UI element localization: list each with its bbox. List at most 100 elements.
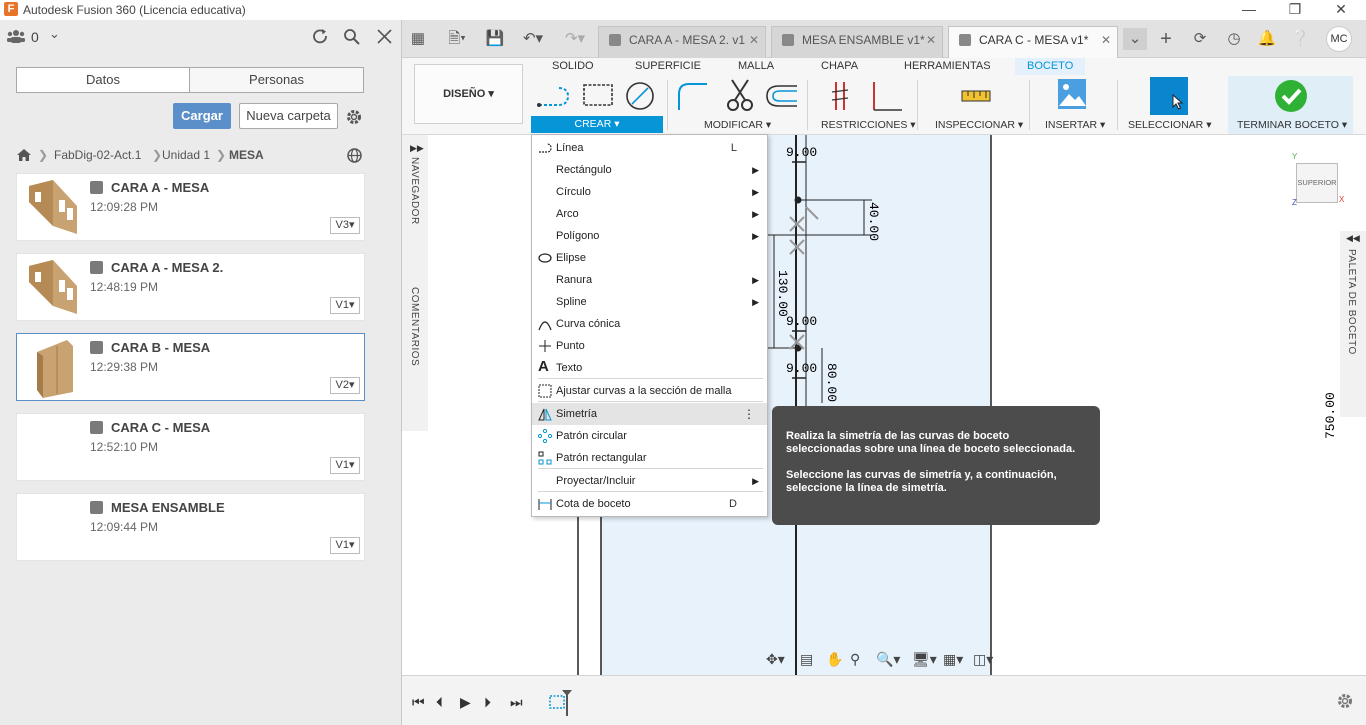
menu-item-punto[interactable]: Punto [532, 335, 767, 357]
trim-tool-icon[interactable] [724, 78, 756, 114]
file-card-mesa-ensamble[interactable]: MESA ENSAMBLE 12:09:44 PM V1▾ [16, 493, 365, 561]
breadcrumb-project[interactable]: FabDig-02-Act.1 [54, 148, 141, 162]
line-tool-icon[interactable] [536, 82, 572, 112]
menu-item-arco[interactable]: Arco ▶ [532, 203, 767, 225]
offset-tool-icon[interactable] [763, 82, 799, 110]
tab-personas[interactable]: Personas [189, 67, 364, 93]
group-crear-button[interactable]: CREAR ▾ [531, 116, 663, 133]
dimension-label[interactable]: 80.00 [824, 363, 839, 402]
save-icon[interactable]: 💾 [483, 28, 507, 50]
dimension-label[interactable]: 130.00 [775, 270, 790, 317]
tab-cara-a-mesa-2[interactable]: CARA A - MESA 2. v1 ✕ [598, 26, 766, 58]
rectangle-tool-icon[interactable] [581, 82, 615, 110]
close-tab-icon[interactable]: ✕ [749, 27, 759, 53]
user-avatar[interactable]: MC [1326, 26, 1352, 52]
file-card-cara-b-mesa[interactable]: CARA B - MESA 12:29:38 PM V2▾ [16, 333, 365, 401]
menu-item-proyectar-incluir[interactable]: Proyectar/Incluir ▶ [532, 470, 767, 492]
sketch-palette-panel[interactable]: ◀◀ PALETA DE BOCETO [1340, 231, 1366, 417]
look-at-icon[interactable]: ▤ [800, 651, 813, 668]
group-insertar-button[interactable]: INSERTAR ▾ [1045, 119, 1105, 131]
dimension-label[interactable]: 9.00 [786, 361, 817, 376]
help-icon[interactable]: ❔ [1288, 28, 1312, 50]
display-settings-icon[interactable]: 🖥▾ [912, 651, 937, 668]
timeline-settings-icon[interactable] [1336, 692, 1354, 710]
go-to-end-icon[interactable]: ⏭ [510, 694, 523, 711]
fillet-tool-icon[interactable] [675, 80, 709, 112]
version-dropdown[interactable]: V1▾ [330, 457, 360, 474]
ribbon-tab-solido[interactable]: SOLIDO [552, 58, 594, 75]
menu-item-patron-circular[interactable]: Patrón circular [532, 425, 767, 447]
expand-icon[interactable]: ▶▶ [410, 143, 424, 154]
expand-icon[interactable]: ◀◀ [1346, 233, 1360, 244]
group-inspeccionar-button[interactable]: INSPECCIONAR ▾ [935, 119, 1023, 131]
menu-item-poligono[interactable]: Polígono ▶ [532, 225, 767, 247]
gear-icon[interactable] [345, 108, 363, 126]
version-dropdown[interactable]: V3▾ [330, 217, 360, 234]
ribbon-tab-superficie[interactable]: SUPERFICIE [635, 58, 701, 75]
menu-item-texto[interactable]: A Texto [532, 357, 767, 379]
dimension-label[interactable]: 9.00 [786, 145, 817, 160]
new-tab-icon[interactable]: + [1154, 28, 1178, 50]
viewcube[interactable]: SUPERIOR [1296, 163, 1338, 203]
play-icon[interactable]: ▶ [460, 694, 471, 711]
menu-item-ajustar-curvas[interactable]: Ajustar curvas a la sección de malla [532, 380, 767, 402]
menu-item-elipse[interactable]: Elipse [532, 247, 767, 269]
group-seleccionar-button[interactable]: SELECCIONAR ▾ [1128, 119, 1211, 131]
menu-item-cota-de-boceto[interactable]: Cota de boceto D [532, 493, 767, 515]
version-dropdown[interactable]: V2▾ [330, 377, 360, 394]
group-modificar-button[interactable]: MODIFICAR ▾ [704, 119, 771, 131]
constraint-parallel-icon[interactable] [830, 80, 854, 112]
group-restricciones-button[interactable]: RESTRICCIONES ▾ [821, 119, 916, 131]
job-status-icon[interactable]: ◷ [1222, 28, 1246, 50]
comments-label[interactable]: COMENTARIOS [409, 287, 420, 366]
ribbon-tab-chapa[interactable]: CHAPA [821, 58, 858, 75]
ribbon-tab-herramientas[interactable]: HERRAMIENTAS [904, 58, 991, 75]
tab-datos[interactable]: Datos [16, 67, 190, 93]
orbit-icon[interactable]: ✥▾ [766, 651, 785, 668]
grid-apps-icon[interactable]: ▦ [406, 28, 430, 50]
version-dropdown[interactable]: V1▾ [330, 537, 360, 554]
close-panel-icon[interactable] [377, 29, 392, 44]
team-icon[interactable] [7, 29, 25, 43]
menu-item-rectangulo[interactable]: Rectángulo ▶ [532, 159, 767, 181]
measure-icon[interactable] [960, 86, 992, 106]
dimension-label[interactable]: 40.00 [866, 202, 881, 241]
globe-icon[interactable] [346, 147, 363, 164]
close-tab-icon[interactable]: ✕ [1101, 27, 1111, 53]
menu-item-linea[interactable]: Línea L [532, 137, 767, 159]
restore-button[interactable]: ❐ [1272, 0, 1318, 20]
new-folder-button[interactable]: Nueva carpeta [239, 103, 338, 129]
file-card-cara-c-mesa[interactable]: CARA C - MESA 12:52:10 PM V1▾ [16, 413, 365, 481]
upload-button[interactable]: Cargar [173, 103, 231, 129]
fit-icon[interactable]: 🔍▾ [876, 651, 900, 668]
extensions-icon[interactable]: ⟳ [1188, 28, 1212, 50]
file-card-cara-a-mesa[interactable]: CARA A - MESA 12:09:28 PM V3▾ [16, 173, 365, 241]
viewports-icon[interactable]: ◫▾ [973, 651, 993, 668]
menu-item-spline[interactable]: Spline ▶ [532, 291, 767, 313]
group-terminar-boceto-button[interactable]: TERMINAR BOCETO ▾ [1237, 119, 1347, 131]
breadcrumb-folder[interactable]: Unidad 1 [162, 148, 210, 162]
timeline-sketch-feature-icon[interactable] [548, 688, 572, 716]
zoom-icon[interactable]: ⚲ [850, 651, 860, 668]
menu-item-curva-conica[interactable]: Curva cónica [532, 313, 767, 335]
tab-cara-c-mesa[interactable]: CARA C - MESA v1* ✕ [948, 26, 1118, 58]
minimize-button[interactable]: — [1226, 0, 1272, 20]
file-card-cara-a-mesa-2[interactable]: CARA A - MESA 2. 12:48:19 PM V1▾ [16, 253, 365, 321]
circle-tool-icon[interactable] [624, 80, 656, 112]
redo-icon[interactable]: ↷▾ [558, 28, 592, 50]
close-tab-icon[interactable]: ✕ [926, 27, 936, 53]
finish-sketch-icon[interactable] [1274, 79, 1308, 113]
go-to-start-icon[interactable]: ⏮ [412, 694, 425, 711]
menu-item-simetria[interactable]: Simetría ⋮ [532, 403, 767, 425]
file-menu-icon[interactable]: 🗎▾ [442, 28, 472, 50]
workspace-switcher[interactable]: DISEÑO ▾ [414, 64, 523, 124]
home-icon[interactable] [16, 148, 32, 162]
constraint-perpendicular-icon[interactable] [868, 80, 904, 112]
dimension-label[interactable]: 750.00 [1323, 392, 1338, 439]
tab-mesa-ensamble[interactable]: MESA ENSAMBLE v1* ✕ [771, 26, 943, 58]
pan-icon[interactable]: ✋ [826, 651, 843, 668]
navigator-label[interactable]: NAVEGADOR [409, 157, 420, 225]
step-back-icon[interactable]: ⏴ [436, 694, 443, 711]
step-forward-icon[interactable]: ⏵ [484, 694, 491, 711]
ribbon-tab-boceto[interactable]: BOCETO [1015, 58, 1086, 75]
